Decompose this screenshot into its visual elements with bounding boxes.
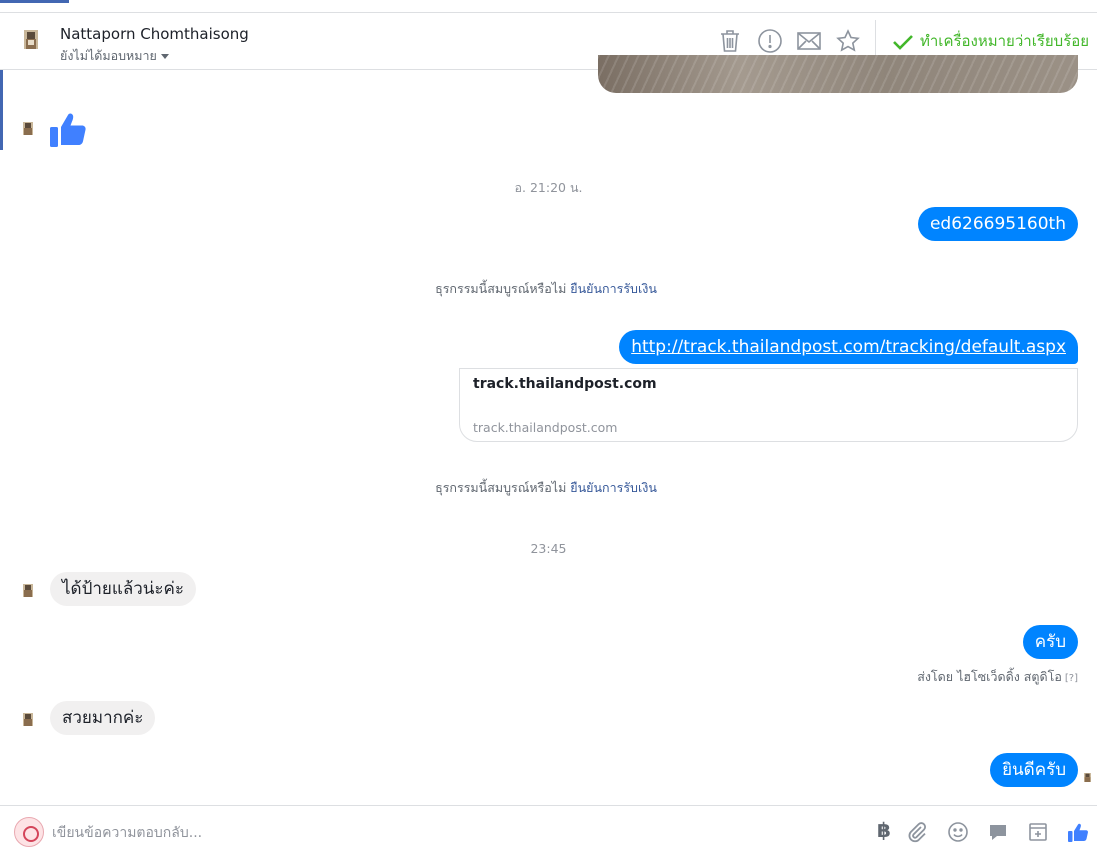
like-icon[interactable] bbox=[1067, 821, 1089, 843]
appointment-icon[interactable] bbox=[1027, 821, 1049, 843]
link-preview-title: track.thailandpost.com bbox=[473, 376, 657, 392]
outgoing-link-message[interactable]: http://track.thailandpost.com/tracking/d… bbox=[619, 330, 1078, 364]
incoming-message[interactable]: ได้ป้ายแล้วน่ะค่ะ bbox=[50, 572, 197, 606]
outgoing-message[interactable]: ครับ bbox=[1022, 625, 1078, 659]
message-timestamp: อ. 21:20 น. bbox=[514, 180, 583, 195]
contact-avatar-small bbox=[23, 122, 33, 135]
confirm-payment-link[interactable]: ยืนยันการรับเงิน bbox=[570, 480, 657, 495]
active-tab-indicator bbox=[0, 0, 69, 3]
outgoing-message[interactable]: ed626695160th bbox=[917, 207, 1078, 241]
outgoing-message[interactable]: ยินดีครับ bbox=[990, 753, 1078, 787]
checkmark-icon bbox=[893, 34, 913, 50]
caret-down-icon bbox=[160, 54, 169, 59]
reply-composer: ฿ bbox=[0, 805, 1097, 860]
transaction-question: ธุรกรรมนี้สมบูรณ์หรือไม่ bbox=[435, 480, 567, 495]
trash-icon[interactable] bbox=[717, 28, 743, 54]
assign-label: ยังไม่ได้มอบหมาย bbox=[60, 48, 157, 63]
contact-avatar-small bbox=[23, 584, 33, 597]
transaction-prompt: ธุรกรรมนี้สมบูรณ์หรือไม่ ยืนยันการรับเงิ… bbox=[0, 478, 1092, 498]
attach-icon[interactable] bbox=[906, 821, 928, 843]
header-separator bbox=[875, 20, 876, 58]
reply-input[interactable] bbox=[52, 820, 852, 846]
contact-name[interactable]: Nattaporn Chomthaisong bbox=[60, 25, 249, 43]
mark-done-label: ทำเครื่องหมายว่าเรียบร้อย bbox=[920, 32, 1090, 50]
shared-photo[interactable] bbox=[598, 55, 1078, 93]
emoji-icon[interactable] bbox=[947, 821, 969, 843]
seen-avatar bbox=[1084, 773, 1091, 782]
contact-avatar[interactable] bbox=[24, 30, 38, 49]
sent-by-label: ส่งโดย ไฮโซเว็ดดิ้ง สตูดิโอ [?] bbox=[917, 667, 1078, 687]
link-preview-card[interactable]: track.thailandpost.com track.thailandpos… bbox=[459, 368, 1078, 442]
transaction-question: ธุรกรรมนี้สมบูรณ์หรือไม่ bbox=[435, 281, 567, 296]
mark-as-done-button[interactable]: ทำเครื่องหมายว่าเรียบร้อย bbox=[892, 29, 1089, 53]
mail-icon[interactable] bbox=[796, 28, 822, 54]
report-icon[interactable] bbox=[757, 28, 783, 54]
transaction-prompt: ธุรกรรมนี้สมบูรณ์หรือไม่ ยืนยันการรับเงิ… bbox=[0, 279, 1092, 299]
sent-by-help-link[interactable]: [?] bbox=[1065, 673, 1078, 684]
star-icon[interactable] bbox=[835, 28, 861, 54]
focus-indicator bbox=[0, 70, 3, 150]
link-preview-domain: track.thailandpost.com bbox=[473, 420, 618, 435]
sent-by-text: ส่งโดย ไฮโซเว็ดดิ้ง สตูดิโอ bbox=[917, 669, 1062, 684]
thumbs-up-icon bbox=[50, 113, 86, 147]
confirm-payment-link[interactable]: ยืนยันการรับเงิน bbox=[570, 281, 657, 296]
incoming-message[interactable]: สวยมากค่ะ bbox=[50, 701, 156, 735]
message-timestamp: 23:45 bbox=[530, 541, 567, 556]
payment-button[interactable]: ฿ bbox=[877, 818, 891, 842]
assign-dropdown[interactable]: ยังไม่ได้มอบหมาย bbox=[60, 46, 169, 66]
page-avatar bbox=[14, 817, 44, 847]
contact-avatar-small bbox=[23, 713, 33, 726]
saved-reply-icon[interactable] bbox=[987, 821, 1009, 843]
